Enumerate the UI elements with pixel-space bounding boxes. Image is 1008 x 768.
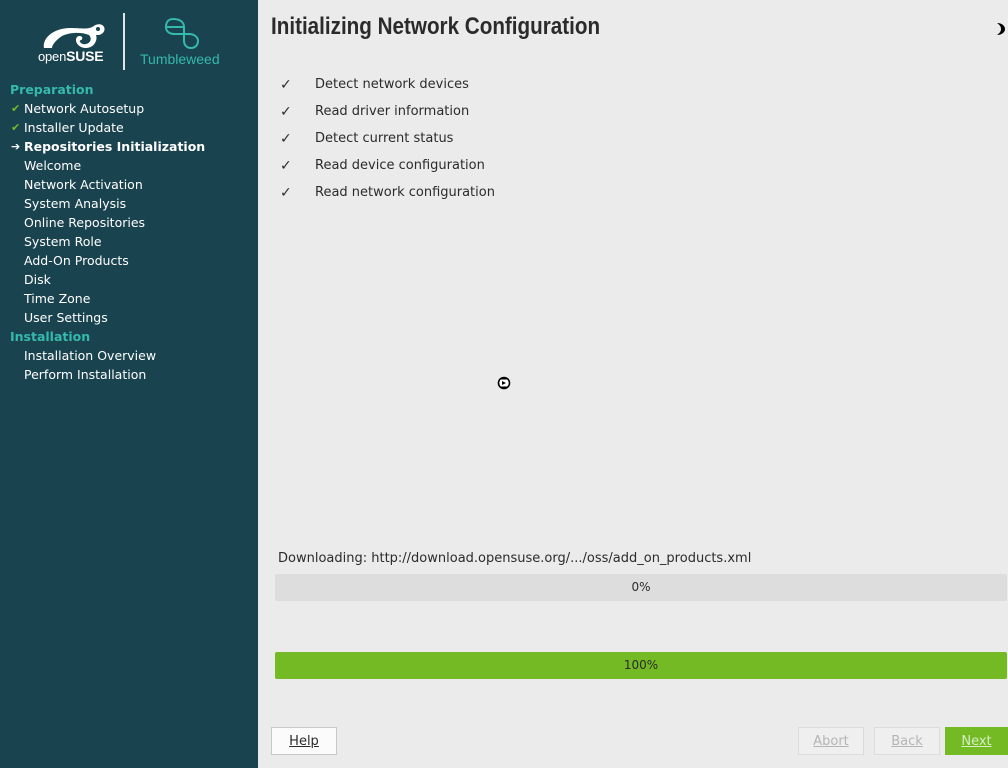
next-button[interactable]: Next	[945, 727, 1008, 755]
step-heading-installation: Installation	[10, 329, 91, 344]
task-label: Detect network devices	[315, 77, 469, 92]
step-perform-installation: Perform Installation	[0, 366, 258, 385]
tumbleweed-wordmark: Tumbleweed	[140, 51, 220, 67]
step-label: Network Activation	[24, 177, 143, 192]
download-progress-text: 0%	[631, 580, 651, 594]
check-icon: ✓	[280, 185, 292, 201]
step-label: Installation Overview	[24, 348, 157, 363]
task-label: Read driver information	[315, 104, 470, 119]
step-label: User Settings	[24, 310, 108, 325]
page-title: Initializing Network Configuration	[271, 13, 601, 40]
check-icon: ✓	[280, 104, 292, 120]
download-progress-bar: 0%	[275, 574, 1007, 601]
download-status-label: Downloading: http://download.opensuse.or…	[278, 551, 752, 566]
task-label: Read network configuration	[315, 185, 495, 200]
back-button[interactable]: Back	[874, 727, 940, 755]
total-progress-bar: 100%	[275, 652, 1007, 679]
help-button[interactable]: Help	[271, 727, 337, 755]
step-label: Perform Installation	[24, 367, 147, 382]
abort-button[interactable]: Abort	[798, 727, 864, 755]
step-label: Time Zone	[24, 291, 91, 306]
step-disk: Disk	[0, 271, 258, 290]
step-list: Preparation ✔ Network Autosetup ✔ Instal…	[0, 81, 258, 385]
step-add-on-products: Add-On Products	[0, 252, 258, 271]
step-label: Disk	[24, 272, 51, 287]
main-panel: Initializing Network Configuration ✓ Det…	[258, 0, 1008, 768]
step-online-repositories: Online Repositories	[0, 214, 258, 233]
step-installer-update: ✔ Installer Update	[0, 119, 258, 138]
step-network-autosetup: ✔ Network Autosetup	[0, 100, 258, 119]
task-label: Read device configuration	[315, 158, 485, 173]
step-label: Add-On Products	[24, 253, 129, 268]
task-label: Detect current status	[315, 131, 454, 146]
check-icon: ✔	[11, 102, 21, 115]
check-icon: ✔	[11, 121, 21, 134]
next-button-label: Next	[961, 734, 992, 749]
moon-icon[interactable]	[994, 22, 1006, 36]
logo-area: openSUSE Tumbleweed	[0, 0, 258, 80]
step-network-activation: Network Activation	[0, 176, 258, 195]
step-repositories-initialization: ➔ Repositories Initialization	[0, 138, 258, 157]
logo-divider	[123, 13, 125, 70]
step-label: Installer Update	[24, 120, 124, 135]
step-installation-overview: Installation Overview	[0, 347, 258, 366]
opensuse-wordmark: openSUSE	[38, 48, 104, 64]
step-system-analysis: System Analysis	[0, 195, 258, 214]
arrow-right-icon: ➔	[11, 140, 21, 153]
step-heading-preparation: Preparation	[10, 82, 94, 97]
sidebar: openSUSE Tumbleweed Preparation ✔ Networ…	[0, 0, 258, 768]
step-label: Network Autosetup	[24, 101, 145, 116]
step-time-zone: Time Zone	[0, 290, 258, 309]
check-icon: ✓	[280, 77, 292, 93]
step-label: Online Repositories	[24, 215, 146, 230]
tumbleweed-logo	[164, 17, 200, 50]
step-label: Welcome	[24, 158, 82, 173]
busy-cursor-icon	[497, 376, 511, 390]
total-progress-text: 100%	[623, 658, 659, 672]
step-system-role: System Role	[0, 233, 258, 252]
abort-button-label: Abort	[813, 734, 849, 749]
help-button-label: Help	[289, 734, 319, 749]
back-button-label: Back	[891, 734, 923, 749]
step-user-settings: User Settings	[0, 309, 258, 328]
check-icon: ✓	[280, 131, 292, 147]
step-label: System Role	[24, 234, 102, 249]
step-welcome: Welcome	[0, 157, 258, 176]
step-label: Repositories Initialization	[24, 139, 206, 154]
check-icon: ✓	[280, 158, 292, 174]
step-label: System Analysis	[24, 196, 127, 211]
